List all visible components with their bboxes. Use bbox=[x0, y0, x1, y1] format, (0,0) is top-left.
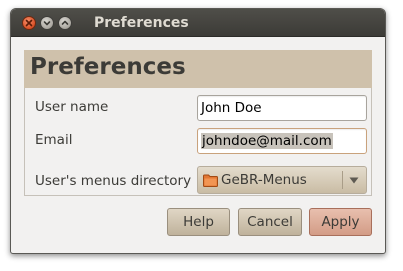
email-value: johndoe@mail.com bbox=[201, 133, 333, 149]
chevron-down-icon bbox=[43, 21, 51, 26]
preferences-form: User name John Doe Email johndoe@mail.co… bbox=[24, 88, 372, 196]
combo-separator bbox=[342, 171, 343, 189]
folder-icon bbox=[203, 174, 218, 187]
apply-button[interactable]: Apply bbox=[309, 208, 372, 236]
dialog-header: Preferences bbox=[24, 50, 372, 88]
chevron-up-icon bbox=[61, 20, 69, 25]
window-close-button[interactable] bbox=[22, 16, 36, 30]
help-button[interactable]: Help bbox=[167, 208, 230, 236]
menus-directory-value: GeBR-Menus bbox=[221, 172, 307, 188]
menus-directory-chooser[interactable]: GeBR-Menus bbox=[197, 166, 367, 194]
user-name-value: John Doe bbox=[201, 100, 262, 116]
window-maximize-button[interactable] bbox=[58, 16, 72, 30]
email-label: Email bbox=[35, 132, 73, 148]
user-name-label: User name bbox=[35, 99, 109, 115]
close-icon bbox=[25, 19, 33, 27]
window-minimize-button[interactable] bbox=[40, 16, 54, 30]
preferences-dialog: Preferences Preferences User name John D… bbox=[10, 8, 386, 254]
email-input[interactable]: johndoe@mail.com bbox=[197, 128, 367, 154]
title-bar[interactable]: Preferences bbox=[11, 9, 385, 37]
window-title: Preferences bbox=[94, 15, 189, 31]
page-title: Preferences bbox=[30, 54, 186, 80]
dropdown-arrow-icon bbox=[349, 177, 359, 184]
cancel-button[interactable]: Cancel bbox=[238, 208, 302, 236]
menus-directory-label: User's menus directory bbox=[35, 173, 192, 189]
user-name-input[interactable]: John Doe bbox=[197, 95, 367, 121]
